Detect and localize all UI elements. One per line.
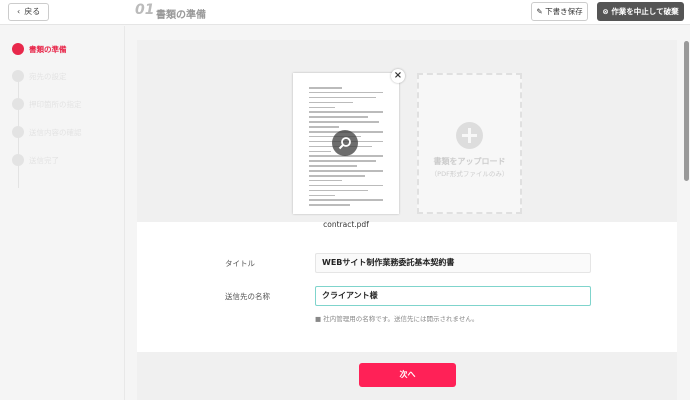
step-dot — [12, 154, 24, 166]
document-filename: contract.pdf — [323, 220, 369, 229]
top-bar: ‹ 戻る 01 書類の準備 ✎ 下書き保存 ⊗ 作業を中止して破棄 — [0, 0, 690, 25]
document-area: × contract.pdf 書類をアップロード （PDF形式ファイルのみ） — [137, 40, 677, 229]
step-number: 01 — [135, 2, 155, 18]
title-input[interactable]: WEBサイト制作業務委託基本契約書 — [315, 253, 591, 273]
step-dot — [12, 70, 24, 82]
back-button[interactable]: ‹ 戻る — [8, 3, 50, 21]
upload-dropzone[interactable]: 書類をアップロード （PDF形式ファイルのみ） — [417, 73, 522, 214]
step-dot — [12, 43, 24, 55]
upload-sublabel: （PDF形式ファイルのみ） — [430, 170, 509, 178]
sidebar-step-recipient: 宛先の設定 — [12, 69, 67, 83]
save-draft-button[interactable]: ✎ 下書き保存 — [531, 2, 588, 21]
plus-icon — [456, 122, 483, 149]
sidebar-step-label: 送信完了 — [29, 155, 59, 165]
back-button-label: 戻る — [24, 7, 41, 16]
sidebar-step-label: 送信内容の確認 — [29, 127, 82, 137]
abort-button[interactable]: ⊗ 作業を中止して破棄 — [597, 2, 684, 21]
document-thumbnail[interactable] — [293, 73, 399, 214]
scrollbar[interactable] — [683, 26, 690, 400]
zoom-icon[interactable] — [332, 130, 358, 156]
page-title: 書類の準備 — [156, 10, 206, 21]
upload-label: 書類をアップロード — [433, 157, 506, 166]
abort-label: 作業を中止して破棄 — [611, 7, 679, 16]
sidebar-step-complete: 送信完了 — [12, 153, 59, 167]
save-draft-label: 下書き保存 — [545, 7, 583, 16]
sidebar-step-stamp: 押印箇所の指定 — [12, 97, 82, 111]
recipient-input[interactable]: クライアント様 — [315, 286, 591, 306]
sidebar-step-label: 押印箇所の指定 — [29, 99, 82, 109]
chevron-left-icon: ‹ — [17, 7, 21, 16]
sidebar-step-label: 宛先の設定 — [29, 71, 67, 81]
next-button[interactable]: 次へ — [359, 363, 456, 387]
sidebar-step-confirm: 送信内容の確認 — [12, 125, 82, 139]
sidebar-step-prepare[interactable]: 書類の準備 — [12, 42, 67, 56]
scrollbar-thumb[interactable] — [684, 41, 689, 181]
sidebar-step-label: 書類の準備 — [29, 44, 67, 54]
recipient-label: 送信先の名称 — [225, 292, 270, 301]
edit-icon: ✎ — [536, 7, 543, 16]
main-content: × contract.pdf 書類をアップロード （PDF形式ファイルのみ） — [137, 40, 677, 400]
recipient-hint: ■ 社内管理用の名称です。送信先には開示されません。 — [315, 315, 479, 323]
cancel-circle-icon: ⊗ — [602, 7, 609, 16]
title-label: タイトル — [225, 259, 255, 268]
remove-document-icon[interactable]: × — [391, 69, 405, 83]
step-dot — [12, 126, 24, 138]
step-dot — [12, 98, 24, 110]
sidebar: 書類の準備 宛先の設定 押印箇所の指定 送信内容の確認 送信完了 — [0, 26, 125, 400]
footer: 次へ — [137, 352, 677, 400]
